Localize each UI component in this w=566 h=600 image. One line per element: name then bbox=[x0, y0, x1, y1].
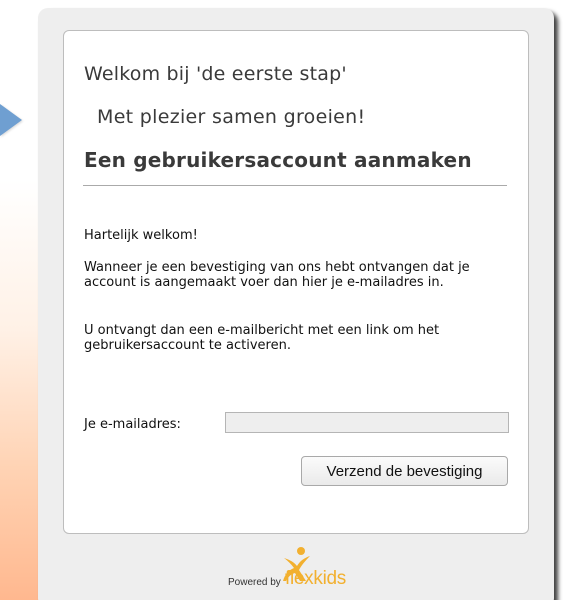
email-field[interactable] bbox=[225, 412, 509, 433]
footer-logo[interactable]: Powered by flexkids bbox=[228, 546, 388, 596]
registration-card: Welkom bij 'de eerste stap' Met plezier … bbox=[63, 30, 529, 534]
powered-by-text: Powered by bbox=[228, 577, 281, 588]
page-title: Een gebruikersaccount aanmaken bbox=[84, 148, 472, 172]
email-label: Je e-mailadres: bbox=[84, 417, 181, 432]
welcome-title: Welkom bij 'de eerste stap' bbox=[84, 63, 347, 85]
instruction-text: Wanneer je een bevestiging van ons hebt … bbox=[84, 260, 470, 290]
title-divider bbox=[83, 185, 507, 186]
brand-name: flexkids bbox=[285, 568, 346, 589]
slogan: Met plezier samen groeien! bbox=[97, 106, 366, 128]
page: Welkom bij 'de eerste stap' Met plezier … bbox=[0, 0, 566, 600]
arrow-right-icon bbox=[0, 104, 22, 136]
left-decoration-strip bbox=[0, 0, 40, 600]
account-panel: Welkom bij 'de eerste stap' Met plezier … bbox=[38, 8, 554, 600]
send-confirmation-button[interactable]: Verzend de bevestiging bbox=[301, 456, 508, 486]
greeting-text: Hartelijk welkom! bbox=[84, 228, 198, 243]
info-text: U ontvangt dan een e-mailbericht met een… bbox=[84, 323, 440, 353]
